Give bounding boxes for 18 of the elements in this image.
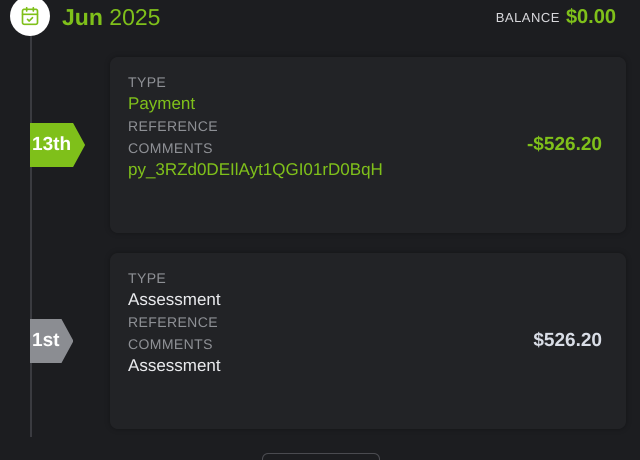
comments-value: Assessment	[128, 355, 222, 377]
balance-label: BALANCE	[496, 10, 560, 25]
field-label: COMMENTS	[128, 139, 214, 158]
date-tag: 1st	[30, 319, 74, 363]
field-label: TYPE	[128, 269, 168, 288]
field-label: COMMENTS	[128, 335, 214, 354]
comments-value: py_3RZd0DEIlAyt1QGI01rD0BqH	[128, 159, 384, 181]
date-tag: 13th	[30, 123, 86, 167]
field-label: REFERENCE	[128, 313, 219, 332]
month-title: Jun 2025	[62, 4, 162, 31]
amount: -$526.20	[526, 134, 602, 156]
calendar-icon	[20, 6, 40, 26]
amount: $526.20	[533, 330, 602, 352]
type-value: Assessment	[128, 289, 222, 311]
field-label: REFERENCE	[128, 117, 219, 136]
field-label: TYPE	[128, 73, 168, 92]
balance-amount: $0.00	[566, 6, 616, 29]
type-value: Payment	[128, 93, 196, 115]
